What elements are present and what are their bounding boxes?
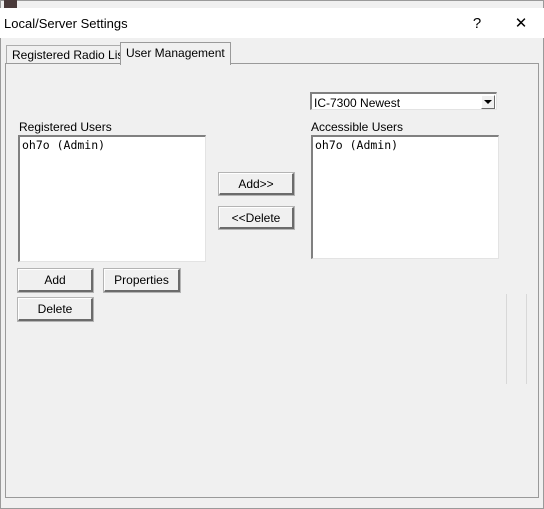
- registered-users-list[interactable]: oh7o (Admin): [18, 135, 206, 262]
- divider: [506, 294, 507, 384]
- tab-user-management[interactable]: User Management: [120, 42, 231, 65]
- registered-users-label: Registered Users: [19, 120, 112, 134]
- tab-strip: Registered Radio List User Management: [0, 38, 544, 65]
- close-icon: ✕: [514, 15, 528, 32]
- help-icon: ?: [472, 14, 482, 32]
- background-window-title-strip: [0, 0, 544, 8]
- divider: [526, 294, 527, 384]
- tab-label: User Management: [126, 46, 225, 60]
- help-button[interactable]: ?: [459, 10, 495, 36]
- tab-label: Registered Radio List: [12, 48, 127, 62]
- delete-user-button[interactable]: Delete: [17, 297, 94, 322]
- user-management-panel: Registered Users Accessible Users IC-730…: [5, 63, 539, 498]
- radio-select-dropdown[interactable]: IC-7300 Newest: [310, 92, 497, 110]
- add-to-accessible-button[interactable]: Add>>: [218, 172, 295, 196]
- list-item[interactable]: oh7o (Admin): [315, 138, 496, 152]
- radio-select-value: IC-7300 Newest: [314, 96, 401, 110]
- title-bar: Local/Server Settings ? ✕: [0, 8, 544, 38]
- dropdown-arrow-button[interactable]: [481, 95, 495, 109]
- accessible-users-label: Accessible Users: [311, 120, 404, 134]
- accessible-users-list[interactable]: oh7o (Admin): [311, 135, 499, 259]
- properties-button[interactable]: Properties: [103, 268, 181, 293]
- close-button[interactable]: ✕: [503, 10, 539, 36]
- app-icon: [4, 0, 17, 8]
- tab-registered-radio-list[interactable]: Registered Radio List: [6, 45, 133, 64]
- window-title: Local/Server Settings: [4, 16, 128, 31]
- list-item[interactable]: oh7o (Admin): [22, 138, 203, 152]
- add-user-button[interactable]: Add: [17, 268, 94, 293]
- remove-from-accessible-button[interactable]: <<Delete: [218, 206, 295, 230]
- chevron-down-icon: [484, 100, 492, 104]
